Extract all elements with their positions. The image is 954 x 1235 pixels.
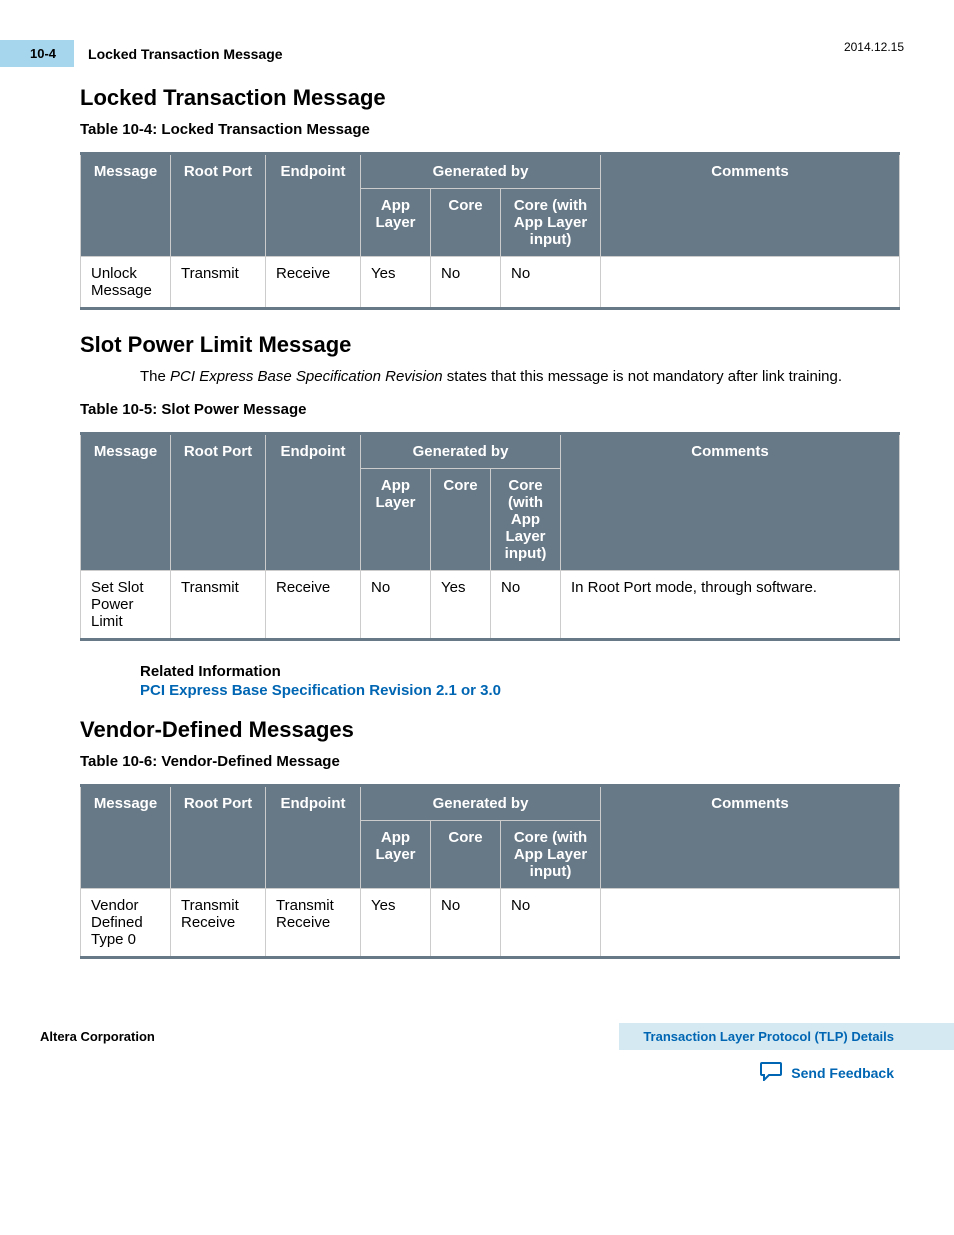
cell-message: Unlock Message	[81, 257, 171, 309]
body-em: PCI Express Base Specification Revision	[170, 368, 443, 385]
table-row: Unlock Message Transmit Receive Yes No N…	[81, 257, 900, 309]
col-core: Core	[431, 821, 501, 889]
cell-root-port: Transmit Receive	[171, 889, 266, 958]
col-root-port: Root Port	[171, 154, 266, 257]
col-endpoint: Endpoint	[266, 154, 361, 257]
feedback-label: Send Feedback	[791, 1065, 894, 1081]
body-pre: The	[140, 368, 170, 385]
table-row: Set Slot Power Limit Transmit Receive No…	[81, 571, 900, 640]
cell-app-layer: Yes	[361, 889, 431, 958]
col-root-port: Root Port	[171, 434, 266, 571]
cell-core-app: No	[501, 257, 601, 309]
col-message: Message	[81, 154, 171, 257]
cell-core-app: No	[491, 571, 561, 640]
cell-endpoint: Receive	[266, 571, 361, 640]
cell-core: No	[431, 257, 501, 309]
related-link-pci-spec[interactable]: PCI Express Base Specification Revision …	[140, 682, 904, 699]
table-caption-10-6: Table 10-6: Vendor-Defined Message	[80, 753, 904, 770]
cell-comments	[601, 889, 900, 958]
col-root-port: Root Port	[171, 786, 266, 889]
col-core-app: Core (with App Layer input)	[501, 189, 601, 257]
cell-root-port: Transmit	[171, 571, 266, 640]
col-endpoint: Endpoint	[266, 434, 361, 571]
cell-endpoint: Receive	[266, 257, 361, 309]
col-comments: Comments	[561, 434, 900, 571]
cell-message: Vendor Defined Type 0	[81, 889, 171, 958]
col-core: Core	[431, 469, 491, 571]
col-core-app: Core (with App Layer input)	[491, 469, 561, 571]
col-message: Message	[81, 434, 171, 571]
col-app-layer: App Layer	[361, 469, 431, 571]
slot-power-body: The PCI Express Base Specification Revis…	[140, 366, 904, 387]
section-heading-vendor-defined: Vendor-Defined Messages	[80, 717, 904, 743]
table-caption-10-4: Table 10-4: Locked Transaction Message	[80, 121, 904, 138]
page-header: 10-4 Locked Transaction Message	[50, 40, 904, 67]
related-information-heading: Related Information	[140, 663, 904, 680]
col-message: Message	[81, 786, 171, 889]
col-generated-by: Generated by	[361, 154, 601, 189]
cell-core: Yes	[431, 571, 491, 640]
col-comments: Comments	[601, 154, 900, 257]
cell-app-layer: No	[361, 571, 431, 640]
feedback-icon	[759, 1061, 783, 1084]
page-number: 10-4	[0, 40, 74, 67]
table-caption-10-5: Table 10-5: Slot Power Message	[80, 401, 904, 418]
cell-endpoint: Transmit Receive	[266, 889, 361, 958]
header-title: Locked Transaction Message	[88, 46, 283, 62]
table-row: Vendor Defined Type 0 Transmit Receive T…	[81, 889, 900, 958]
col-core-app: Core (with App Layer input)	[501, 821, 601, 889]
cell-comments	[601, 257, 900, 309]
footer-corporation: Altera Corporation	[40, 1029, 155, 1044]
body-post: states that this message is not mandator…	[443, 368, 842, 385]
col-core: Core	[431, 189, 501, 257]
table-locked-transaction: Message Root Port Endpoint Generated by …	[80, 152, 900, 310]
section-heading-locked: Locked Transaction Message	[80, 85, 904, 111]
col-app-layer: App Layer	[361, 189, 431, 257]
cell-core: No	[431, 889, 501, 958]
table-vendor-defined: Message Root Port Endpoint Generated by …	[80, 784, 900, 959]
cell-app-layer: Yes	[361, 257, 431, 309]
col-comments: Comments	[601, 786, 900, 889]
cell-message: Set Slot Power Limit	[81, 571, 171, 640]
footer-chapter-link[interactable]: Transaction Layer Protocol (TLP) Details	[619, 1023, 954, 1050]
page-footer: Altera Corporation Transaction Layer Pro…	[50, 1019, 904, 1089]
section-heading-slot-power: Slot Power Limit Message	[80, 332, 904, 358]
cell-root-port: Transmit	[171, 257, 266, 309]
send-feedback-link[interactable]: Send Feedback	[759, 1061, 894, 1084]
header-date: 2014.12.15	[844, 40, 904, 54]
col-generated-by: Generated by	[361, 786, 601, 821]
cell-comments: In Root Port mode, through software.	[561, 571, 900, 640]
table-slot-power: Message Root Port Endpoint Generated by …	[80, 432, 900, 641]
col-endpoint: Endpoint	[266, 786, 361, 889]
col-app-layer: App Layer	[361, 821, 431, 889]
col-generated-by: Generated by	[361, 434, 561, 469]
cell-core-app: No	[501, 889, 601, 958]
